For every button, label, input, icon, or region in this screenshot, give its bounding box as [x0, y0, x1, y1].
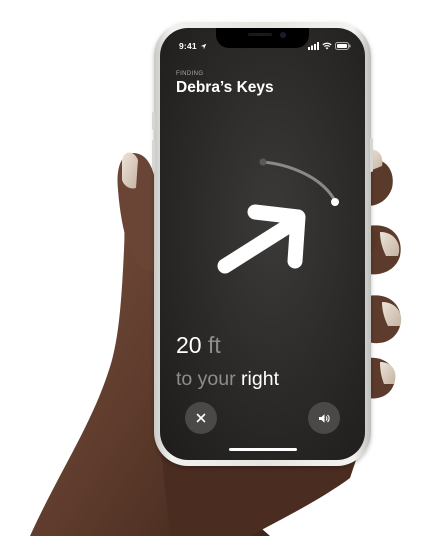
volume-button: [152, 112, 155, 130]
phone-screen: 9:41 FINDING Debra’s Keys 20 ft to your …: [160, 28, 365, 460]
direction-arrow-icon: [217, 204, 306, 274]
speaker-icon: [319, 413, 330, 423]
arc-start-dot: [259, 158, 267, 166]
close-icon: [196, 413, 206, 423]
direction-indicator: [217, 158, 339, 274]
distance-readout: 20 ft: [176, 332, 221, 359]
distance-unit: ft: [207, 332, 221, 358]
distance-value: 20: [176, 332, 202, 358]
sound-button[interactable]: [308, 402, 340, 434]
target-dot: [331, 198, 339, 206]
direction-arc: [260, 160, 336, 201]
side-button: [370, 138, 373, 172]
direction-prefix: to your: [176, 368, 236, 390]
volume-button: [152, 140, 155, 170]
close-button[interactable]: [185, 402, 217, 434]
direction-readout: to your right: [176, 368, 279, 391]
home-indicator[interactable]: [229, 448, 297, 451]
direction-word: right: [241, 368, 279, 390]
